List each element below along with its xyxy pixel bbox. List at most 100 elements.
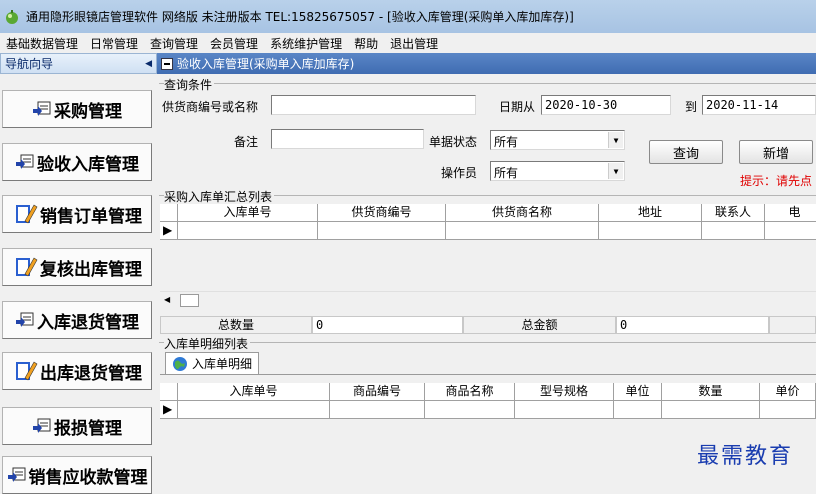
table-cell[interactable]: [662, 401, 760, 419]
nav-outbound-return-button[interactable]: 出库退货管理: [2, 352, 152, 390]
column-header[interactable]: 电: [765, 204, 816, 222]
menu-daily[interactable]: 日常管理: [84, 35, 144, 52]
column-header[interactable]: 地址: [599, 204, 702, 222]
nav-label: 验收入库管理: [37, 154, 139, 175]
nav-label: 采购管理: [54, 101, 122, 122]
nav-header: 导航向导 ◀: [0, 53, 157, 74]
status-label: 单据状态: [429, 135, 478, 149]
table-cell[interactable]: [330, 401, 425, 419]
table-cell[interactable]: [178, 401, 330, 419]
date-to-label: 到: [685, 100, 698, 114]
status-select[interactable]: 所有 ▼: [490, 130, 625, 150]
operator-select[interactable]: 所有 ▼: [490, 161, 625, 181]
collapse-arrow-icon[interactable]: ◀: [145, 59, 152, 69]
nav-label: 报损管理: [54, 418, 122, 439]
main-header-title: 验收入库管理(采购单入库加库存): [177, 57, 355, 71]
column-header[interactable]: 商品名称: [425, 383, 515, 401]
column-header[interactable]: 数量: [662, 383, 760, 401]
menu-system[interactable]: 系统维护管理: [264, 35, 348, 52]
add-button[interactable]: 新增: [739, 140, 813, 164]
column-header[interactable]: 联系人: [702, 204, 765, 222]
column-header[interactable]: 供货商名称: [446, 204, 599, 222]
globe-icon: [173, 356, 187, 371]
summary-grid-header: 入库单号 供货商编号 供货商名称 地址 联系人 电: [160, 204, 816, 222]
column-header[interactable]: 单价: [760, 383, 816, 401]
detail-grid-header: 入库单号 商品编号 商品名称 型号规格 单位 数量 单价: [160, 383, 816, 401]
minimize-icon[interactable]: [161, 57, 173, 70]
document-icon: [33, 418, 51, 433]
nav-label: 销售订单管理: [40, 206, 142, 227]
detail-grid: 入库单号 商品编号 商品名称 型号规格 单位 数量 单价 ▶: [160, 374, 816, 488]
total-amount-label: 总金额: [463, 316, 616, 334]
total-count-label: 总数量: [160, 316, 312, 334]
column-header[interactable]: 入库单号: [178, 204, 318, 222]
nav-loss-button[interactable]: 报损管理: [2, 407, 152, 445]
main-content: 查询条件 供货商编号或名称 日期从 2020-10-30 到 2020-11-1…: [157, 74, 816, 488]
column-header[interactable]: 入库单号: [178, 383, 330, 401]
date-to-input[interactable]: 2020-11-14: [702, 95, 816, 115]
table-row[interactable]: ▶: [160, 222, 816, 240]
window-title: 通用隐形眼镜店管理软件 网络版 未注册版本 TEL:15825675057 - …: [26, 10, 574, 24]
date-from-input[interactable]: 2020-10-30: [541, 95, 671, 115]
tab-detail[interactable]: 入库单明细: [165, 352, 260, 374]
document-icon: [16, 312, 34, 327]
table-cell[interactable]: [425, 401, 515, 419]
menu-basic-data[interactable]: 基础数据管理: [0, 35, 84, 52]
nav-label: 入库退货管理: [37, 312, 139, 333]
menu-exit[interactable]: 退出管理: [384, 35, 444, 52]
table-cell[interactable]: [318, 222, 446, 240]
detail-group-title: 入库单明细列表: [164, 335, 251, 352]
table-cell[interactable]: [178, 222, 318, 240]
nav-receiving-button[interactable]: 验收入库管理: [2, 143, 152, 181]
tab-detail-label: 入库单明细: [192, 357, 253, 371]
menu-query[interactable]: 查询管理: [144, 35, 204, 52]
nav-header-title: 导航向导: [5, 57, 54, 71]
search-button[interactable]: 查询: [649, 140, 723, 164]
operator-select-value: 所有: [494, 166, 519, 180]
menu-member[interactable]: 会员管理: [204, 35, 264, 52]
nav-review-outbound-button[interactable]: 复核出库管理: [2, 248, 152, 286]
total-count-value: 0: [312, 316, 463, 334]
table-cell[interactable]: [702, 222, 765, 240]
table-cell[interactable]: [760, 401, 816, 419]
table-cell[interactable]: [614, 401, 662, 419]
column-header[interactable]: 型号规格: [515, 383, 614, 401]
edit-pencil-icon: [16, 257, 38, 277]
date-from-label: 日期从: [499, 100, 536, 114]
nav-sales-order-button[interactable]: 销售订单管理: [2, 195, 152, 233]
column-header[interactable]: 供货商编号: [318, 204, 446, 222]
dropdown-arrow-icon[interactable]: ▼: [608, 132, 623, 148]
remark-input[interactable]: [271, 129, 424, 149]
row-pointer-icon: ▶: [160, 401, 178, 419]
dropdown-arrow-icon[interactable]: ▼: [608, 163, 623, 179]
table-cell[interactable]: [599, 222, 702, 240]
menu-bar: 基础数据管理 日常管理 查询管理 会员管理 系统维护管理 帮助 退出管理: [0, 33, 816, 53]
menu-help[interactable]: 帮助: [348, 35, 384, 52]
nav-receivables-button[interactable]: 销售应收款管理: [2, 456, 152, 494]
totals-spacer: [769, 316, 816, 334]
summary-group-title: 采购入库单汇总列表: [164, 188, 275, 205]
scroll-left-arrow-icon[interactable]: ◀: [164, 295, 170, 304]
title-bar: 通用隐形眼镜店管理软件 网络版 未注册版本 TEL:15825675057 - …: [0, 0, 816, 33]
total-amount-value: 0: [616, 316, 769, 334]
table-cell[interactable]: [446, 222, 599, 240]
table-row[interactable]: ▶: [160, 401, 816, 419]
hint-text: 提示：请先点: [740, 174, 813, 188]
edit-pencil-icon: [16, 204, 38, 224]
nav-inbound-return-button[interactable]: 入库退货管理: [2, 301, 152, 339]
app-icon: [6, 9, 18, 24]
summary-horizontal-scrollbar[interactable]: ◀: [160, 291, 816, 308]
scroll-thumb[interactable]: [180, 294, 199, 307]
nav-purchase-button[interactable]: 采购管理: [2, 90, 152, 128]
table-cell[interactable]: [515, 401, 614, 419]
row-header-corner: [160, 383, 178, 401]
document-icon: [7, 467, 25, 482]
table-cell[interactable]: [765, 222, 816, 240]
query-group-title: 查询条件: [164, 76, 215, 93]
supplier-input[interactable]: [271, 95, 476, 115]
edit-pencil-icon: [16, 361, 38, 381]
column-header[interactable]: 商品编号: [330, 383, 425, 401]
column-header[interactable]: 单位: [614, 383, 662, 401]
nav-label: 出库退货管理: [40, 363, 142, 384]
watermark: 最需教育: [697, 444, 794, 469]
